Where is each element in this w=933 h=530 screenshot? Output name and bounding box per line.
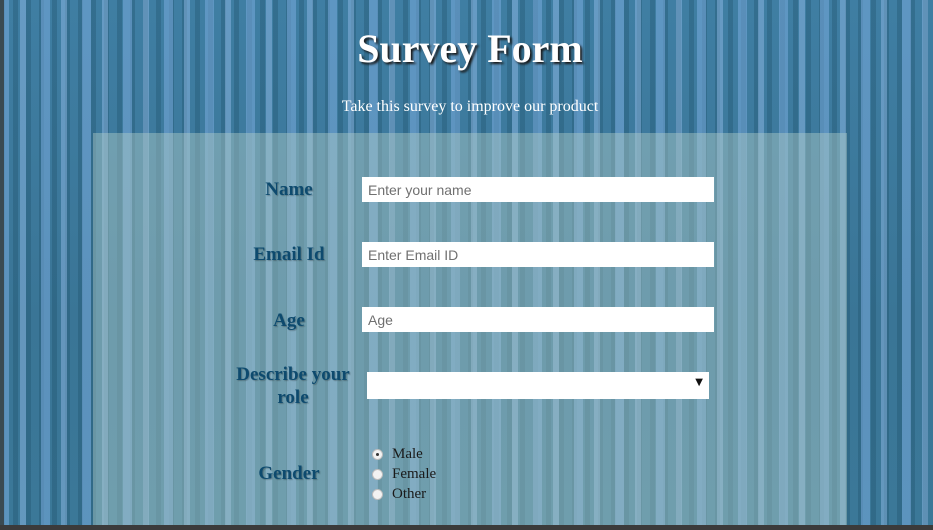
radio-other[interactable]	[372, 489, 383, 500]
gender-option-other[interactable]: Other	[372, 486, 426, 503]
left-edge-bar	[0, 0, 4, 530]
age-label: Age	[273, 310, 305, 331]
role-label: Describe your role	[236, 364, 350, 408]
gender-option-female[interactable]: Female	[372, 466, 436, 483]
dropdown-arrow-icon: ▼	[695, 377, 703, 388]
bottom-edge-bar	[0, 525, 933, 530]
gender-label: Gender	[258, 463, 320, 484]
age-input[interactable]	[362, 307, 714, 332]
name-label: Name	[265, 179, 313, 200]
radio-male[interactable]	[372, 449, 383, 460]
role-select[interactable]: ▼	[367, 372, 709, 399]
gender-option-male[interactable]: Male	[372, 446, 423, 463]
email-label: Email Id	[253, 244, 325, 265]
radio-label-other: Other	[392, 486, 427, 502]
email-input[interactable]	[362, 242, 714, 267]
name-input[interactable]	[362, 177, 714, 202]
radio-female[interactable]	[372, 469, 383, 480]
page-title: Survey Form	[357, 26, 583, 71]
page-subtitle: Take this survey to improve our product	[341, 98, 599, 115]
radio-label-female: Female	[392, 466, 437, 482]
radio-label-male: Male	[392, 446, 423, 462]
